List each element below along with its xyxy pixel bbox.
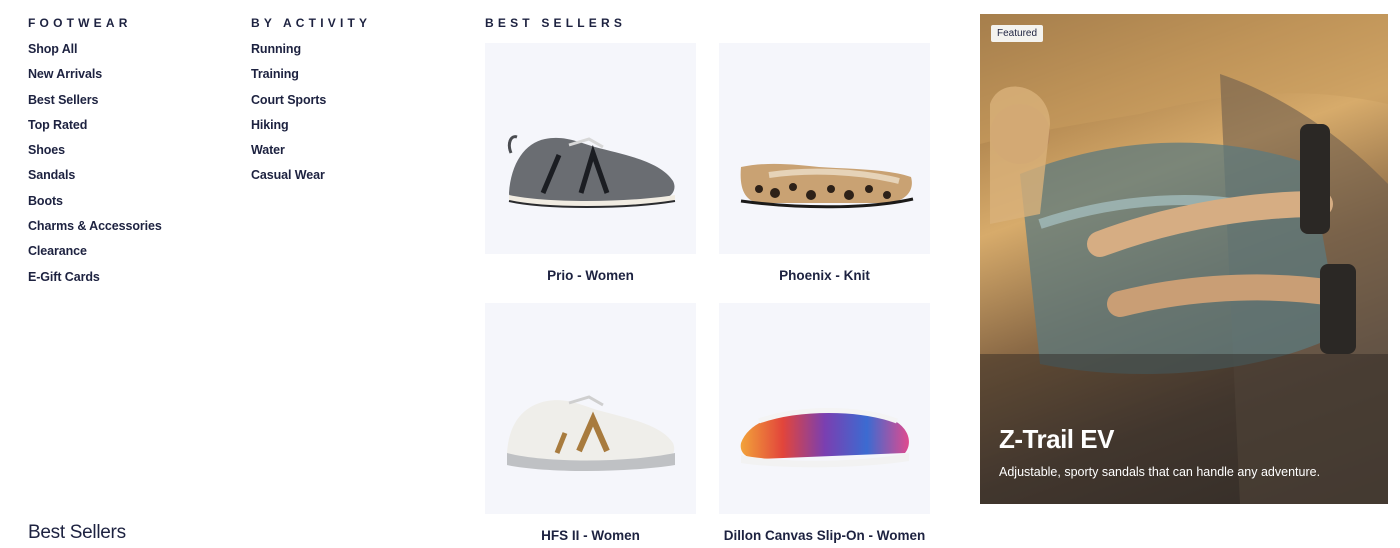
footwear-link-best-sellers[interactable]: Best Sellers: [28, 92, 98, 108]
product-image[interactable]: [719, 43, 930, 254]
activity-links: Running Training Court Sports Hiking Wat…: [251, 40, 451, 192]
tie-dye-slip-on-icon: [740, 408, 909, 468]
product-name[interactable]: Phoenix - Knit: [719, 268, 930, 283]
footwear-link-charms-accessories[interactable]: Charms & Accessories: [28, 218, 162, 234]
gray-sneaker-icon: [507, 135, 676, 208]
footwear-link-boots[interactable]: Boots: [28, 193, 63, 209]
footwear-links: Shop All New Arrivals Best Sellers Top R…: [28, 40, 228, 293]
activity-link-hiking[interactable]: Hiking: [251, 117, 289, 133]
footwear-link-shop-all[interactable]: Shop All: [28, 41, 78, 57]
footwear-link-clearance[interactable]: Clearance: [28, 243, 87, 259]
best-sellers-column: BEST SELLERS: [485, 16, 935, 40]
promo-description: Adjustable, sporty sandals that can hand…: [999, 465, 1321, 479]
product-image[interactable]: [485, 43, 696, 254]
activity-link-training[interactable]: Training: [251, 66, 299, 82]
best-sellers-section-title: Best Sellers: [28, 522, 126, 543]
product-card-phoenix-knit[interactable]: Phoenix - Knit: [719, 43, 930, 283]
product-name[interactable]: HFS II - Women: [485, 528, 696, 543]
product-card-prio-women[interactable]: Prio - Women: [485, 43, 696, 283]
activity-link-water[interactable]: Water: [251, 142, 285, 158]
white-sneaker-icon: [507, 395, 675, 471]
featured-promo[interactable]: Featured Z-Trail EV Adjustable, sporty s…: [980, 14, 1388, 504]
product-card-hfs-ii-women[interactable]: HFS II - Women: [485, 303, 696, 543]
footwear-link-sandals[interactable]: Sandals: [28, 167, 75, 183]
promo-title[interactable]: Z-Trail EV: [999, 424, 1114, 455]
activity-column: BY ACTIVITY Running Training Court Sport…: [251, 16, 451, 192]
leopard-flat-icon: [740, 163, 914, 209]
footwear-link-shoes[interactable]: Shoes: [28, 142, 65, 158]
product-name[interactable]: Dillon Canvas Slip-On - Women: [719, 528, 930, 543]
activity-link-court-sports[interactable]: Court Sports: [251, 92, 326, 108]
footwear-link-new-arrivals[interactable]: New Arrivals: [28, 66, 102, 82]
footwear-link-e-gift-cards[interactable]: E-Gift Cards: [28, 269, 100, 285]
featured-badge: Featured: [991, 25, 1044, 42]
best-sellers-heading: BEST SELLERS: [485, 16, 627, 30]
product-image[interactable]: [485, 303, 696, 514]
footwear-link-top-rated[interactable]: Top Rated: [28, 117, 87, 133]
footwear-column: FOOTWEAR Shop All New Arrivals Best Sell…: [28, 16, 228, 293]
activity-link-running[interactable]: Running: [251, 41, 301, 57]
product-name[interactable]: Prio - Women: [485, 268, 696, 283]
activity-link-casual-wear[interactable]: Casual Wear: [251, 167, 325, 183]
product-card-dillon-canvas[interactable]: Dillon Canvas Slip-On - Women: [719, 303, 930, 543]
activity-heading: BY ACTIVITY: [251, 16, 372, 30]
product-image[interactable]: [719, 303, 930, 514]
footwear-heading: FOOTWEAR: [28, 16, 132, 30]
